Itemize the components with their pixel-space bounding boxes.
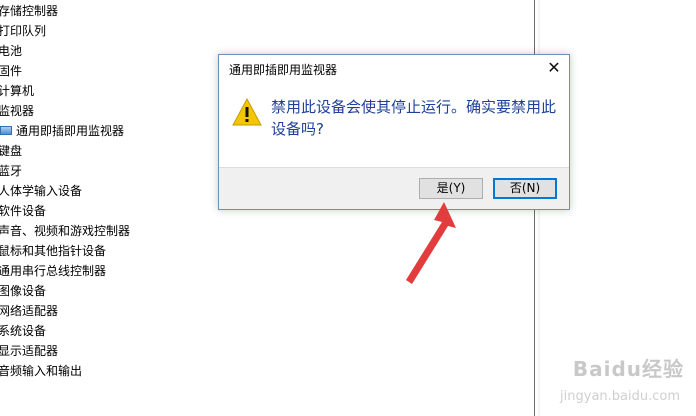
- tree-category-item[interactable]: 键盘: [0, 141, 22, 161]
- tree-category-item[interactable]: 人体学输入设备: [0, 181, 82, 201]
- tree-item-label: 电池: [0, 44, 23, 58]
- tree-category-item[interactable]: 固件: [0, 61, 22, 81]
- annotation-arrow: [406, 202, 456, 284]
- watermark-url: jingyan.baidu.com: [560, 389, 680, 404]
- tree-item-label: 音频输入和输出: [0, 364, 83, 378]
- confirm-dialog: 通用即插即用监视器 ✕ 禁用此设备会使其停止运行。确实要禁用此设备吗? 是(Y)…: [218, 54, 570, 210]
- tree-item-label: 打印队列: [0, 24, 47, 38]
- tree-item-label: 声音、视频和游戏控制器: [0, 224, 131, 238]
- tree-item-label: 监视器: [0, 104, 35, 118]
- tree-item-label: 计算机: [0, 84, 35, 98]
- tree-category-item[interactable]: 监视器: [0, 101, 34, 121]
- tree-item-label: 图像设备: [0, 284, 47, 298]
- tree-item-label: 固件: [0, 64, 23, 78]
- dialog-message: 禁用此设备会使其停止运行。确实要禁用此设备吗?: [271, 98, 557, 138]
- tree-item-label: 键盘: [0, 144, 23, 158]
- tree-category-item[interactable]: 网络适配器: [0, 301, 58, 321]
- tree-category-item[interactable]: 系统设备: [0, 321, 46, 341]
- tree-category-item[interactable]: 图像设备: [0, 281, 46, 301]
- tree-category-item[interactable]: 通用串行总线控制器: [0, 261, 106, 281]
- tree-item-label: 人体学输入设备: [0, 184, 83, 198]
- tree-item-label: 网络适配器: [0, 304, 59, 318]
- tree-device-item[interactable]: 通用即插即用监视器: [0, 121, 124, 141]
- tree-category-item[interactable]: 软件设备: [0, 201, 46, 221]
- tree-item-label: 显示适配器: [0, 344, 59, 358]
- tree-item-label: 鼠标和其他指针设备: [0, 244, 107, 258]
- monitor-icon: [0, 126, 12, 135]
- dialog-title: 通用即插即用监视器: [229, 63, 338, 77]
- no-button[interactable]: 否(N): [493, 178, 557, 199]
- tree-category-item[interactable]: 打印队列: [0, 21, 46, 41]
- yes-button[interactable]: 是(Y): [419, 178, 483, 199]
- tree-category-item[interactable]: 蓝牙: [0, 161, 22, 181]
- dialog-footer: 是(Y) 否(N): [219, 167, 569, 209]
- warning-icon: [231, 97, 263, 127]
- tree-category-item[interactable]: 电池: [0, 41, 22, 61]
- tree-item-label: 软件设备: [0, 204, 47, 218]
- tree-item-label: 系统设备: [0, 324, 47, 338]
- tree-category-item[interactable]: 鼠标和其他指针设备: [0, 241, 106, 261]
- tree-item-label: 通用串行总线控制器: [0, 264, 107, 278]
- tree-category-item[interactable]: 计算机: [0, 81, 34, 101]
- tree-category-item[interactable]: 声音、视频和游戏控制器: [0, 221, 130, 241]
- close-button[interactable]: ✕: [543, 58, 565, 78]
- tree-item-label: 蓝牙: [0, 164, 23, 178]
- tree-item-label: 存储控制器: [0, 4, 59, 18]
- tree-category-item[interactable]: 存储控制器: [0, 1, 58, 21]
- tree-item-label: 通用即插即用监视器: [16, 124, 125, 138]
- watermark-logo: Baidu经验: [572, 357, 684, 381]
- tree-category-item[interactable]: 音频输入和输出: [0, 361, 82, 381]
- tree-category-item[interactable]: 显示适配器: [0, 341, 58, 361]
